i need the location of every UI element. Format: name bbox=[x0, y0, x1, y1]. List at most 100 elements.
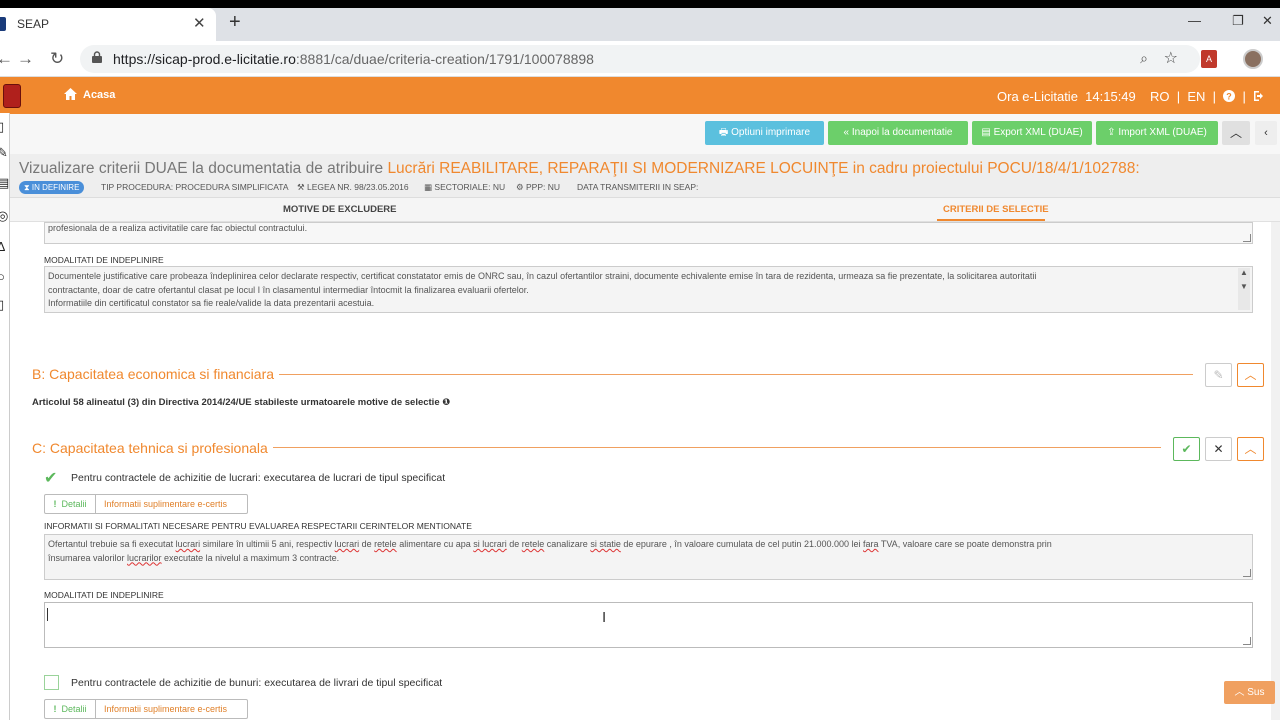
page-title: Vizualizare criterii DUAE la documentati… bbox=[19, 160, 1140, 178]
edit-section-b-button[interactable]: ✎ bbox=[1205, 363, 1232, 387]
side-tool-icon[interactable]: ▯ bbox=[0, 119, 4, 135]
import-xml-button[interactable]: ⇪ Import XML (DUAE) bbox=[1096, 121, 1218, 145]
previous-textarea[interactable]: profesionala de a realiza activitatile c… bbox=[44, 222, 1253, 244]
resize-handle[interactable] bbox=[1243, 234, 1251, 242]
info-segment: alimentare cu apa bbox=[396, 539, 474, 549]
tab-close-icon[interactable]: ✕ bbox=[193, 14, 206, 32]
detalii-button[interactable]: ! Detalii bbox=[45, 495, 96, 513]
print-options-label: Optiuni imprimare bbox=[731, 127, 811, 138]
confirm-section-c-button[interactable]: ✔ bbox=[1173, 437, 1200, 461]
info-segment: si statie bbox=[590, 539, 621, 549]
section-c-line bbox=[273, 447, 1161, 448]
back-to-doc-button[interactable]: « Inapoi la documentatie bbox=[828, 121, 968, 145]
info-segment: lucrari bbox=[334, 539, 360, 549]
logout-icon[interactable] bbox=[1253, 90, 1265, 102]
back-to-top-button[interactable]: ︿ Sus bbox=[1224, 681, 1275, 704]
info-line-2: însumarea valorilor lucrarilor executate… bbox=[48, 552, 1249, 566]
info-segment: lucrari bbox=[175, 539, 201, 549]
modalitati-input[interactable] bbox=[44, 602, 1253, 648]
bookmark-star-icon[interactable]: ☆ bbox=[1164, 48, 1178, 68]
unchecked-checkbox[interactable] bbox=[44, 675, 59, 690]
browser-tab[interactable]: SEAP ✕ bbox=[0, 8, 216, 41]
reload-icon[interactable]: ↻ bbox=[50, 49, 64, 69]
tab-title: SEAP bbox=[17, 17, 50, 31]
textarea-scrollbar[interactable]: ▲ ▼ bbox=[1238, 268, 1250, 310]
new-tab-button[interactable]: + bbox=[229, 11, 241, 34]
modalitati-textarea[interactable]: Documentele justificative care probeaza … bbox=[44, 266, 1253, 313]
side-toolbar: ▯ ✎ ▤ ◎ ∆ ○ ▯ bbox=[0, 113, 10, 720]
page-title-prefix: Vizualizare criterii DUAE la documentati… bbox=[19, 160, 388, 177]
info-segment: canalizare bbox=[544, 539, 591, 549]
checked-icon[interactable]: ✔ bbox=[44, 468, 57, 488]
page-scrollbar[interactable] bbox=[1271, 222, 1280, 720]
url-host: https://sicap-prod.e-licitatie.ro bbox=[113, 51, 296, 67]
tab-criterii-selectie[interactable]: CRITERII DE SELECTIE bbox=[943, 204, 1049, 215]
zoom-icon[interactable]: ⌕ bbox=[1140, 50, 1148, 67]
favicon-icon bbox=[0, 17, 6, 31]
resize-handle[interactable] bbox=[1243, 637, 1251, 645]
ecertis-button[interactable]: Informatii suplimentare e-certis bbox=[97, 495, 234, 513]
collapse-side-button[interactable]: ‹ bbox=[1255, 121, 1277, 145]
criteriu-bunuri-buttons: ! Detalii Informatii suplimentare e-cert… bbox=[44, 699, 248, 719]
side-tool-icon[interactable]: ▯ bbox=[0, 297, 4, 313]
separator: | bbox=[1242, 89, 1246, 104]
info-formalitati-textarea[interactable]: Ofertantul trebuie sa fi executat lucrar… bbox=[44, 534, 1253, 580]
print-options-button[interactable]: 🖶 Optiuni imprimare bbox=[705, 121, 824, 145]
sectoriale: ▦ SECTORIALE: NU bbox=[424, 182, 506, 192]
back-to-doc-label: Inapoi la documentatie bbox=[851, 127, 953, 138]
home-link[interactable]: Acasa bbox=[83, 89, 115, 101]
modalitati-label: MODALITATI DE INDEPLINIRE bbox=[44, 255, 164, 265]
import-xml-label: Import XML (DUAE) bbox=[1118, 127, 1207, 138]
collapse-section-b-button[interactable]: ︿ bbox=[1237, 363, 1264, 387]
info-formalitati-label: INFORMATII SI FORMALITATI NECESARE PENTR… bbox=[44, 521, 472, 531]
cancel-section-c-button[interactable]: ✕ bbox=[1205, 437, 1232, 461]
section-c-title: C: Capacitatea tehnica si profesionala bbox=[32, 440, 268, 456]
collapse-section-c-button[interactable]: ︿ bbox=[1237, 437, 1264, 461]
tab-motive-excludere[interactable]: MOTIVE DE EXCLUDERE bbox=[283, 204, 397, 215]
info-segment: si lucrari bbox=[473, 539, 507, 549]
close-window-button[interactable]: ✕ bbox=[1262, 13, 1273, 29]
restore-button[interactable]: ❐ bbox=[1232, 13, 1244, 29]
lang-ro[interactable]: RO bbox=[1150, 89, 1170, 104]
side-tool-icon[interactable]: ✎ bbox=[0, 145, 8, 161]
resize-handle[interactable] bbox=[1243, 569, 1251, 577]
collapse-up-button[interactable]: ︿ bbox=[1222, 121, 1250, 145]
detalii-label: Detalii bbox=[61, 499, 87, 509]
profile-avatar[interactable] bbox=[1243, 49, 1263, 69]
modalitati-line-2: contractante, doar de catre ofertantul c… bbox=[48, 284, 529, 295]
clock-time: 14:15:49 bbox=[1085, 89, 1136, 104]
info-icon[interactable]: ❶ bbox=[440, 397, 450, 408]
side-tool-icon[interactable]: ○ bbox=[0, 269, 5, 284]
forward-icon[interactable]: → bbox=[17, 49, 34, 69]
criteriu-bunuri: Pentru contractele de achizitie de bunur… bbox=[71, 677, 443, 689]
separator: | bbox=[1176, 89, 1181, 104]
data-transmiterii: DATA TRANSMITERII IN SEAP: bbox=[577, 182, 699, 192]
seap-logo[interactable] bbox=[3, 84, 21, 108]
scroll-up-icon[interactable]: ▲ bbox=[1240, 268, 1248, 277]
detalii-button-2[interactable]: ! Detalii bbox=[45, 700, 96, 718]
home-icon[interactable] bbox=[64, 88, 77, 100]
minimize-button[interactable]: — bbox=[1188, 13, 1201, 28]
lang-en[interactable]: EN bbox=[1187, 89, 1205, 104]
info-segment: lucrarilor bbox=[127, 552, 162, 563]
modalitati-label-2: MODALITATI DE INDEPLINIRE bbox=[44, 590, 164, 600]
side-tool-icon[interactable]: ◎ bbox=[0, 208, 8, 224]
ppp: ⚙ PPP: NU bbox=[516, 182, 560, 192]
lock-icon bbox=[92, 51, 102, 63]
export-xml-button[interactable]: ▤ Export XML (DUAE) bbox=[972, 121, 1092, 145]
url-path: :8881/ca/duae/criteria-creation/1791/100… bbox=[295, 51, 594, 67]
side-tool-icon[interactable]: ∆ bbox=[0, 239, 5, 254]
pdf-extension-icon[interactable]: A bbox=[1201, 50, 1217, 68]
scroll-down-icon[interactable]: ▼ bbox=[1240, 282, 1248, 291]
info-segment: fara bbox=[863, 539, 879, 549]
modalitati-line-3: Informatiile din certificatul constator … bbox=[48, 298, 375, 308]
url-text: https://sicap-prod.e-licitatie.ro:8881/c… bbox=[113, 51, 594, 67]
address-bar[interactable]: https://sicap-prod.e-licitatie.ro:8881/c… bbox=[80, 45, 1200, 73]
active-tab-indicator bbox=[937, 219, 1045, 221]
detalii-label-2: Detalii bbox=[61, 704, 87, 714]
ecertis-button-2[interactable]: Informatii suplimentare e-certis bbox=[97, 700, 234, 718]
legea: ⚒ LEGEA NR. 98/23.05.2016 bbox=[297, 182, 409, 192]
back-icon[interactable]: ← bbox=[0, 49, 13, 69]
help-icon[interactable]: ? bbox=[1223, 90, 1236, 102]
side-tool-icon[interactable]: ▤ bbox=[0, 175, 9, 191]
